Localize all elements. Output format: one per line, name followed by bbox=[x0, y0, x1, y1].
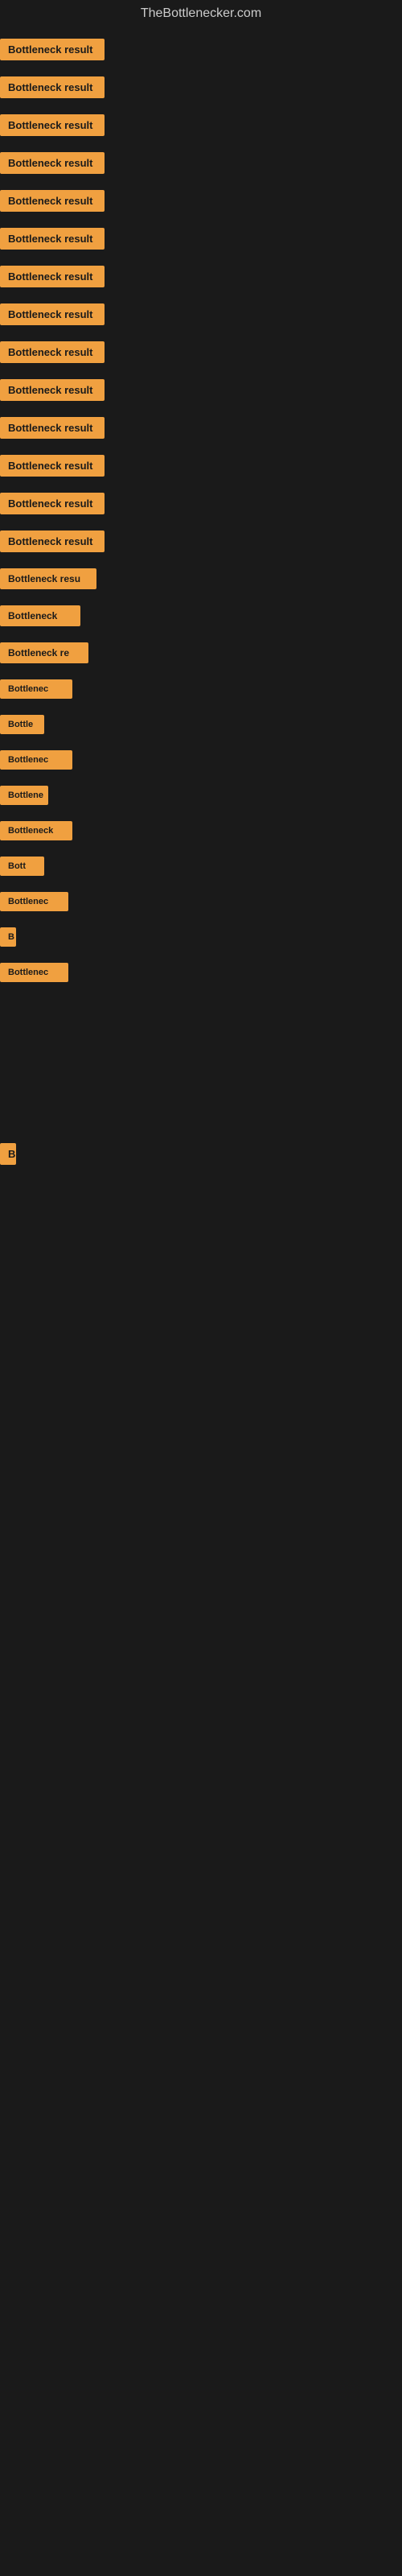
bottleneck-badge: Bottleneck result bbox=[0, 228, 105, 250]
list-item: Bottleneck result bbox=[0, 258, 402, 295]
bottleneck-badge: Bottleneck result bbox=[0, 76, 105, 98]
list-item: Bottleneck result bbox=[0, 68, 402, 106]
bottleneck-badge: Bottleneck result bbox=[0, 379, 105, 401]
spacer-3 bbox=[0, 1173, 402, 1253]
spacer-7 bbox=[0, 1495, 402, 1575]
list-item: Bottleneck result bbox=[0, 295, 402, 333]
list-item: Bottlenec bbox=[0, 884, 402, 919]
bottleneck-badge: Bottleneck result bbox=[0, 455, 105, 477]
spacer-2 bbox=[0, 1071, 402, 1119]
bottleneck-badge: Bottleneck result bbox=[0, 152, 105, 174]
list-item: Bottleneck result bbox=[0, 522, 402, 560]
list-item: Bottleneck result bbox=[0, 371, 402, 409]
bottleneck-badge: Bottleneck result bbox=[0, 493, 105, 514]
bottleneck-badge: Bottleneck re bbox=[0, 642, 88, 663]
bottleneck-badge: B bbox=[0, 927, 16, 947]
bottleneck-badge: B bbox=[0, 1143, 16, 1165]
bottleneck-badge: Bottleneck result bbox=[0, 530, 105, 552]
list-item: Bottleneck result bbox=[0, 220, 402, 258]
list-item: Bottlenec bbox=[0, 742, 402, 778]
rows-container: Bottleneck result Bottleneck result Bottle… bbox=[0, 31, 402, 990]
bottleneck-badge: Bottlenec bbox=[0, 679, 72, 699]
list-item: Bottlenec bbox=[0, 671, 402, 707]
list-item: Bottleneck result bbox=[0, 31, 402, 68]
bottleneck-badge: Bottleneck bbox=[0, 605, 80, 626]
list-item: Bottleneck result bbox=[0, 485, 402, 522]
bottom-section: B bbox=[0, 1119, 402, 1173]
list-item: Bottle bbox=[0, 707, 402, 742]
bottleneck-badge: Bottlene bbox=[0, 786, 48, 805]
list-item: Bottleneck re bbox=[0, 634, 402, 671]
spacer-5 bbox=[0, 1334, 402, 1414]
bottleneck-badge: Bottlenec bbox=[0, 750, 72, 770]
bottleneck-badge: Bottleneck result bbox=[0, 190, 105, 212]
list-item: Bottleneck result bbox=[0, 182, 402, 220]
list-item: Bottleneck result bbox=[0, 447, 402, 485]
list-item: Bottleneck result bbox=[0, 333, 402, 371]
spacer-6 bbox=[0, 1414, 402, 1495]
list-item: Bott bbox=[0, 848, 402, 884]
list-item: Bottleneck result bbox=[0, 106, 402, 144]
list-item: Bottleneck bbox=[0, 813, 402, 848]
list-item: Bottleneck bbox=[0, 597, 402, 634]
bottleneck-badge: Bottleneck result bbox=[0, 341, 105, 363]
bottleneck-badge: Bott bbox=[0, 857, 44, 876]
bottleneck-badge: Bottleneck result bbox=[0, 39, 105, 60]
bottleneck-badge: Bottleneck result bbox=[0, 417, 105, 439]
list-item: Bottlene bbox=[0, 778, 402, 813]
spacer-1 bbox=[0, 990, 402, 1071]
list-item: Bottlenec bbox=[0, 955, 402, 990]
site-header: TheBottlenecker.com bbox=[0, 0, 402, 31]
list-item: Bottleneck result bbox=[0, 144, 402, 182]
bottleneck-badge: Bottleneck result bbox=[0, 303, 105, 325]
bottleneck-badge: Bottlenec bbox=[0, 892, 68, 911]
site-title: TheBottlenecker.com bbox=[0, 0, 402, 31]
list-item: Bottleneck resu bbox=[0, 560, 402, 597]
bottleneck-badge: Bottleneck resu bbox=[0, 568, 96, 589]
bottleneck-badge: Bottleneck result bbox=[0, 266, 105, 287]
bottleneck-badge: Bottlenec bbox=[0, 963, 68, 982]
bottleneck-badge: Bottle bbox=[0, 715, 44, 734]
list-item: B bbox=[0, 1135, 402, 1173]
bottleneck-badge: Bottleneck result bbox=[0, 114, 105, 136]
bottleneck-badge: Bottleneck bbox=[0, 821, 72, 840]
list-item: B bbox=[0, 919, 402, 955]
list-item: Bottleneck result bbox=[0, 409, 402, 447]
spacer-4 bbox=[0, 1253, 402, 1334]
